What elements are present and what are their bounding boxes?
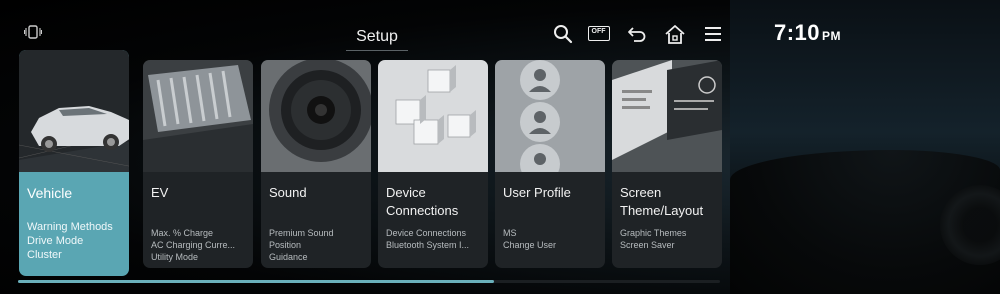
card-title: Theme/Layout xyxy=(620,203,704,218)
screen-off-icon[interactable]: OFF xyxy=(588,26,610,41)
card-subitem: Warning Methods xyxy=(27,221,113,233)
battery-image xyxy=(143,60,253,172)
card-device-connections[interactable]: Device Connections Device Connections Bl… xyxy=(378,60,488,268)
screen-off-label: OFF xyxy=(591,28,606,35)
card-sound[interactable]: Sound Premium Sound Position Guidance xyxy=(261,60,371,268)
card-subitem: Utility Mode xyxy=(151,252,199,262)
card-subitem: Position xyxy=(269,240,302,250)
card-subitem: Guidance xyxy=(269,252,308,262)
clock: 7:10 PM xyxy=(774,20,841,46)
card-subitem: Screen Saver xyxy=(620,240,675,250)
card-title: Sound xyxy=(269,185,307,200)
search-icon[interactable] xyxy=(552,23,574,45)
card-title: Device xyxy=(386,185,426,200)
clock-ampm: PM xyxy=(822,29,842,43)
card-subitem: Bluetooth System I... xyxy=(386,240,470,250)
header-bar: Setup OFF xyxy=(0,0,730,51)
theme-image xyxy=(612,60,722,172)
card-subitem: Max. % Charge xyxy=(151,228,214,238)
card-title: Vehicle xyxy=(27,185,73,201)
card-subitem: Device Connections xyxy=(386,228,467,238)
card-subitem: Graphic Themes xyxy=(620,228,687,238)
card-title: User Profile xyxy=(503,185,571,200)
scrollbar-thumb[interactable] xyxy=(18,280,494,283)
vibration-icon[interactable] xyxy=(24,24,42,40)
card-subitem: Cluster xyxy=(27,249,62,261)
clock-time: 7:10 xyxy=(774,20,821,45)
card-user-profile[interactable]: User Profile MS Change User xyxy=(495,60,605,268)
profiles-image xyxy=(495,60,605,172)
card-subitem: MS xyxy=(503,228,517,238)
card-ev[interactable]: EV Max. % Charge AC Charging Curre... Ut… xyxy=(143,60,253,268)
page-title: Setup xyxy=(356,28,398,45)
card-title: Screen xyxy=(620,185,662,200)
card-subitem: Premium Sound xyxy=(269,228,334,238)
card-subitem: AC Charging Curre... xyxy=(151,240,236,250)
card-subitem: Change User xyxy=(503,240,557,250)
back-icon[interactable] xyxy=(626,23,648,45)
card-title: EV xyxy=(151,185,169,200)
menu-icon[interactable] xyxy=(702,23,724,45)
card-subitem: Drive Mode xyxy=(27,235,84,247)
card-title: Connections xyxy=(386,203,459,218)
home-icon[interactable] xyxy=(664,23,686,45)
cubes-image xyxy=(378,60,488,172)
title-underline xyxy=(346,50,408,51)
vehicle-image xyxy=(19,50,129,172)
speaker-image xyxy=(261,60,371,172)
card-vehicle[interactable]: Vehicle Warning Methods Drive Mode Clust… xyxy=(19,50,129,276)
card-screen-theme-layout[interactable]: Screen Theme/Layout Graphic Themes Scree… xyxy=(612,60,722,268)
